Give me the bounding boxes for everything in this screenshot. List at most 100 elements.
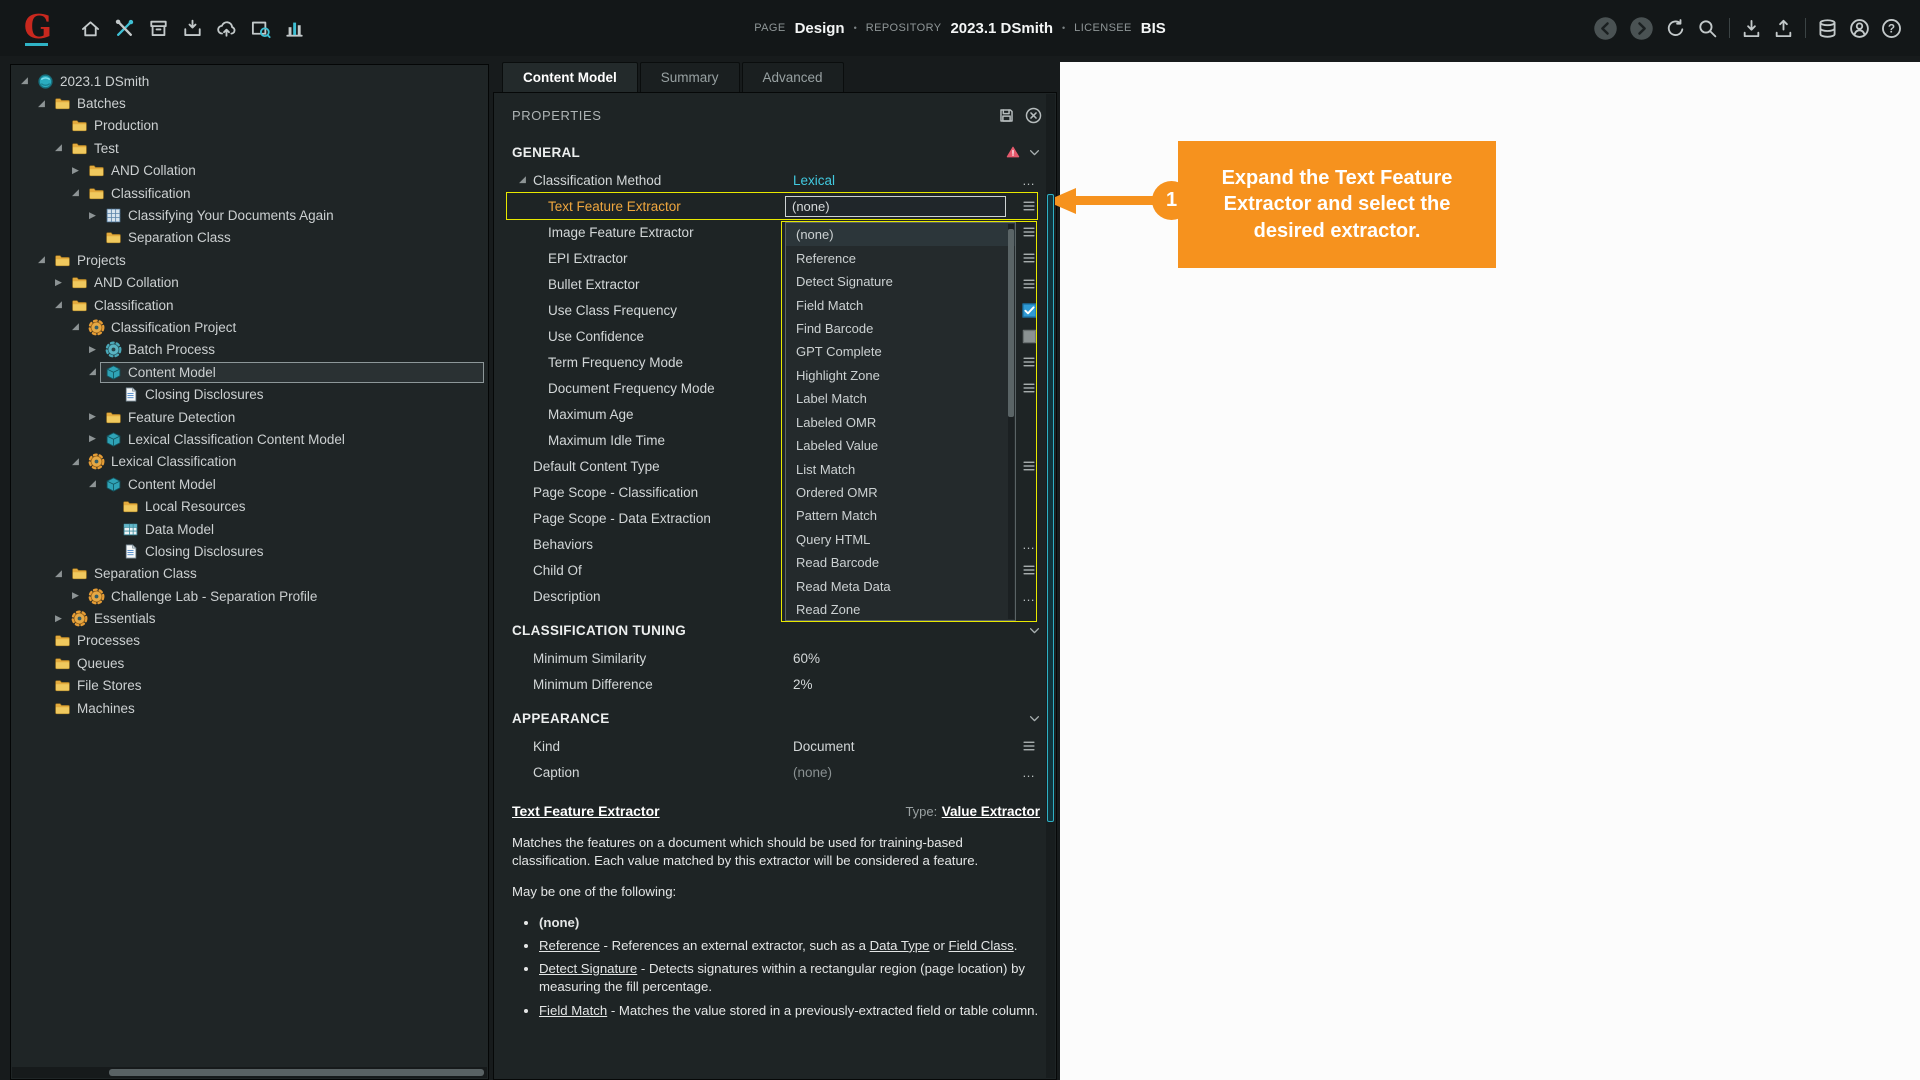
expand-icon[interactable]: ▶ (85, 434, 100, 444)
tree-item-essentials[interactable]: ▶ Essentials (13, 607, 486, 629)
expand-icon[interactable]: ▶ (85, 345, 100, 355)
tree-item-2023-1-dsmith[interactable]: ◢ 2023.1 DSmith (13, 70, 486, 92)
tree-item-batch-process[interactable]: ▶ Batch Process (13, 339, 486, 361)
dropdown-item-read-zone[interactable]: Read Zone (786, 598, 1015, 620)
tree-item-separation-class[interactable]: Separation Class (13, 227, 486, 249)
properties-scrollbar[interactable] (1046, 94, 1055, 1078)
tree-item-test[interactable]: ◢ Test (13, 137, 486, 159)
dropdown-item-list-match[interactable]: List Match (786, 457, 1015, 480)
help-link[interactable]: Reference (539, 938, 600, 953)
collapse-icon[interactable]: ◢ (51, 300, 66, 310)
tree-item-content-model[interactable]: ◢ Content Model (13, 361, 486, 383)
import-icon[interactable] (182, 18, 203, 39)
dropdown-item-gpt-complete[interactable]: GPT Complete (786, 340, 1015, 363)
tree-item-classification[interactable]: ◢ Classification (13, 182, 486, 204)
type-link[interactable]: Value Extractor (942, 804, 1040, 819)
dropdown-item-detect-signature[interactable]: Detect Signature (786, 270, 1015, 293)
dropdown-item-label-match[interactable]: Label Match (786, 387, 1015, 410)
tree-item-data-model[interactable]: Data Model (13, 518, 486, 540)
tree-item-queues[interactable]: Queues (13, 652, 486, 674)
dropdown-item-pattern-match[interactable]: Pattern Match (786, 504, 1015, 527)
dropdown-item-labeled-value[interactable]: Labeled Value (786, 434, 1015, 457)
tree-item-challenge-lab-separation-profile[interactable]: ▶ Challenge Lab - Separation Profile (13, 585, 486, 607)
tree-item-local-resources[interactable]: Local Resources (13, 495, 486, 517)
archive-icon[interactable] (148, 18, 169, 39)
collapse-icon[interactable]: ◢ (34, 99, 49, 109)
tab-summary[interactable]: Summary (639, 62, 740, 92)
tree-item-machines[interactable]: Machines (13, 697, 486, 719)
expand-icon[interactable]: ▶ (68, 591, 83, 601)
search-icon[interactable] (1697, 18, 1718, 39)
tree-item-production[interactable]: Production (13, 115, 486, 137)
menu-icon[interactable] (1022, 200, 1036, 212)
home-icon[interactable] (80, 18, 101, 39)
tree-item-batches[interactable]: ◢ Batches (13, 92, 486, 114)
tree-item-file-stores[interactable]: File Stores (13, 675, 486, 697)
tree-item-and-collation[interactable]: ▶ AND Collation (13, 272, 486, 294)
dropdown-item-highlight-zone[interactable]: Highlight Zone (786, 364, 1015, 387)
tools-icon[interactable] (114, 18, 135, 39)
tree-item-and-collation[interactable]: ▶ AND Collation (13, 160, 486, 182)
help-link[interactable]: Field Match (539, 1003, 607, 1018)
bar-chart-icon[interactable] (284, 18, 305, 39)
tree-item-lexical-classification[interactable]: ◢ Lexical Classification (13, 451, 486, 473)
collapse-icon[interactable]: ◢ (85, 479, 100, 489)
tree-item-separation-class[interactable]: ◢ Separation Class (13, 563, 486, 585)
save-icon[interactable] (998, 107, 1015, 124)
help-link[interactable]: Field Class (949, 938, 1014, 953)
property-row-caption[interactable]: Caption (none)… (494, 759, 1056, 785)
tree-item-classifying-your-documents-again[interactable]: ▶ Classifying Your Documents Again (13, 204, 486, 226)
dropdown-scrollbar[interactable] (1008, 224, 1014, 619)
collapse-icon[interactable]: ◢ (68, 457, 83, 467)
download-icon[interactable] (1741, 18, 1762, 39)
grooper-logo[interactable]: G (20, 7, 56, 49)
collapse-icon[interactable]: ◢ (51, 569, 66, 579)
dropdown-item-none[interactable]: (none) (786, 223, 1015, 247)
forward-icon[interactable] (1629, 16, 1654, 41)
tree-item-classification[interactable]: ◢ Classification (13, 294, 486, 316)
cloud-upload-icon[interactable] (216, 18, 237, 39)
close-icon[interactable] (1025, 107, 1042, 124)
section-collapse-icon[interactable] (1028, 624, 1041, 637)
section-collapse-icon[interactable] (1028, 712, 1041, 725)
database-icon[interactable] (1817, 18, 1838, 39)
box-search-icon[interactable] (250, 18, 271, 39)
section-collapse-icon[interactable] (1028, 146, 1041, 159)
repository-value[interactable]: 2023.1 DSmith (950, 20, 1053, 37)
tab-content-model[interactable]: Content Model (502, 62, 638, 92)
property-row-minimum-difference[interactable]: Minimum Difference 2% (494, 671, 1056, 697)
section-header-appearance[interactable]: APPEARANCE (494, 703, 1056, 733)
tree-item-feature-detection[interactable]: ▶ Feature Detection (13, 406, 486, 428)
scrollbar-thumb[interactable] (1047, 194, 1054, 822)
section-header-general[interactable]: GENERAL (494, 137, 1056, 167)
menu-icon[interactable] (1022, 740, 1036, 752)
ellipsis-button[interactable]: … (1022, 765, 1036, 780)
dropdown-item-labeled-omr[interactable]: Labeled OMR (786, 411, 1015, 434)
help-link[interactable]: Data Type (870, 938, 930, 953)
property-row-classification-method[interactable]: ◢ Classification Method Lexical… (494, 167, 1056, 193)
tree-item-classification-project[interactable]: ◢ Classification Project (13, 316, 486, 338)
tree-item-processes[interactable]: Processes (13, 630, 486, 652)
dropdown-item-reference[interactable]: Reference (786, 246, 1015, 269)
collapse-icon[interactable]: ◢ (34, 255, 49, 265)
dropdown-item-find-barcode[interactable]: Find Barcode (786, 317, 1015, 340)
tree-item-closing-disclosures[interactable]: Closing Disclosures (13, 383, 486, 405)
dropdown-item-query-html[interactable]: Query HTML (786, 528, 1015, 551)
expand-icon[interactable]: ▶ (51, 278, 66, 288)
collapse-icon[interactable]: ◢ (17, 76, 32, 86)
tree-item-lexical-classification-content-model[interactable]: ▶ Lexical Classification Content Model (13, 428, 486, 450)
tree-item-closing-disclosures[interactable]: Closing Disclosures (13, 540, 486, 562)
user-icon[interactable] (1849, 18, 1870, 39)
ellipsis-button[interactable]: … (1022, 173, 1036, 188)
page-value[interactable]: Design (795, 20, 845, 37)
dropdown-item-field-match[interactable]: Field Match (786, 293, 1015, 316)
expand-icon[interactable]: ▶ (85, 412, 100, 422)
property-row-minimum-similarity[interactable]: Minimum Similarity 60% (494, 645, 1056, 671)
collapse-icon[interactable]: ◢ (85, 367, 100, 377)
collapse-icon[interactable]: ◢ (519, 175, 533, 185)
extractor-combo-input[interactable]: (none) (785, 195, 1006, 217)
back-icon[interactable] (1593, 16, 1618, 41)
help-link[interactable]: Detect Signature (539, 961, 637, 976)
collapse-icon[interactable]: ◢ (68, 322, 83, 332)
tree-item-content-model[interactable]: ◢ Content Model (13, 473, 486, 495)
